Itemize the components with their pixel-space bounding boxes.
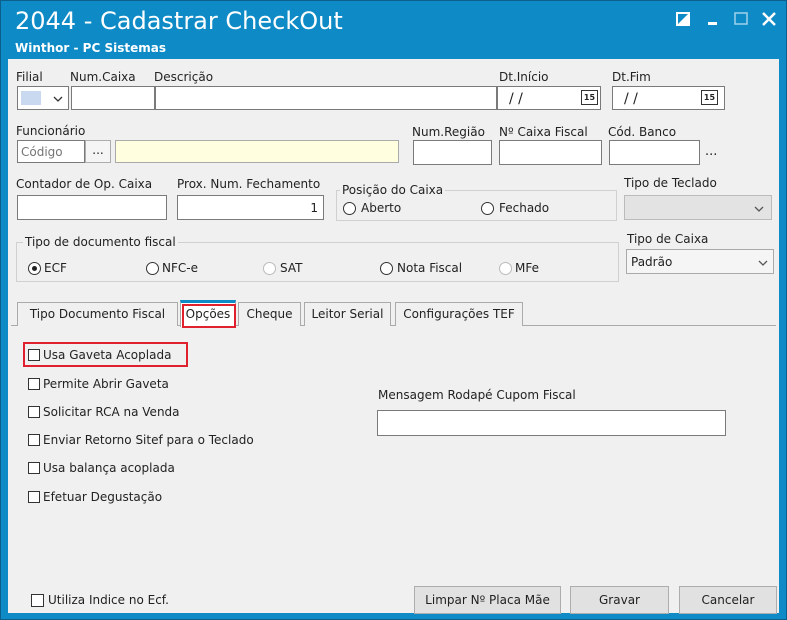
funcionario-label: Funcionário <box>16 124 86 138</box>
tab-leitor-serial[interactable]: Leitor Serial <box>304 302 391 326</box>
calendar-icon[interactable]: 15 <box>701 90 718 105</box>
window-title: 2044 - Cadastrar CheckOut <box>15 7 343 35</box>
highlight-box-tab <box>182 304 236 328</box>
tipodoc-sat-label: SAT <box>280 261 303 275</box>
funcionario-lookup-button[interactable]: ... <box>85 140 111 163</box>
chevron-down-icon <box>758 260 768 266</box>
numcaixa-label: Num.Caixa <box>70 70 136 84</box>
posicao-fechado-radio[interactable] <box>481 202 494 215</box>
tipocaixa-value: Padrão <box>631 255 673 269</box>
tipoteclado-select[interactable] <box>624 195 772 220</box>
funcionario-codigo-input[interactable] <box>17 140 85 163</box>
codbanco-label: Cód. Banco <box>608 125 677 139</box>
enviar-retorno-checkbox[interactable] <box>28 434 40 446</box>
proxnum-label: Prox. Num. Fechamento <box>177 177 321 191</box>
tipodoc-ecf-label: ECF <box>44 261 67 275</box>
tipodoc-label: Tipo de documento fiscal <box>23 235 178 249</box>
efetuar-degustacao-label: Efetuar Degustação <box>43 490 163 504</box>
tipocaixa-select[interactable]: Padrão <box>626 249 774 274</box>
mensagem-label: Mensagem Rodapé Cupom Fiscal <box>378 388 576 402</box>
usa-balanca-label: Usa balança acoplada <box>43 461 175 475</box>
restore-icon[interactable] <box>676 12 690 26</box>
permite-abrir-label: Permite Abrir Gaveta <box>43 377 169 391</box>
tipodoc-ecf-radio[interactable] <box>28 262 41 275</box>
numregiao-label: Num.Região <box>412 125 485 139</box>
gravar-button[interactable]: Gravar <box>570 586 669 614</box>
efetuar-degustacao-checkbox[interactable] <box>28 491 40 503</box>
utiliza-indice-checkbox[interactable] <box>31 594 44 607</box>
filial-label: Filial <box>16 70 43 84</box>
chevron-down-icon <box>53 96 63 102</box>
codbanco-ellipsis[interactable]: ... <box>705 144 717 159</box>
calendar-icon[interactable]: 15 <box>581 90 598 105</box>
tipoteclado-label: Tipo de Teclado <box>624 176 717 190</box>
tipocaixa-label: Tipo de Caixa <box>627 232 709 246</box>
posicao-aberto-radio[interactable] <box>343 202 356 215</box>
tipodoc-nota-label: Nota Fiscal <box>397 261 463 275</box>
numregiao-input[interactable] <box>413 140 492 165</box>
numcaixa-input[interactable] <box>71 86 155 110</box>
posicao-label: Posição do Caixa <box>340 183 446 197</box>
tipodoc-sat-radio[interactable] <box>263 262 276 275</box>
tab-cheque[interactable]: Cheque <box>238 302 301 326</box>
solicitar-rca-label: Solicitar RCA na Venda <box>43 405 180 419</box>
highlight-box-option <box>23 342 188 367</box>
usa-balanca-checkbox[interactable] <box>28 462 40 474</box>
ncaixafiscal-input[interactable] <box>499 140 602 165</box>
dtinicio-value: / / <box>509 91 523 107</box>
tipodoc-nfce-radio[interactable] <box>146 262 159 275</box>
codbanco-input[interactable] <box>609 140 700 165</box>
descricao-input[interactable] <box>155 86 497 110</box>
posicao-aberto-label: Aberto <box>361 201 402 215</box>
permite-abrir-checkbox[interactable] <box>28 378 40 390</box>
descricao-label: Descrição <box>154 70 214 84</box>
solicitar-rca-checkbox[interactable] <box>28 406 40 418</box>
dtfim-input[interactable]: / / 15 <box>612 86 725 110</box>
form-client-area: Filial Num.Caixa Descrição Dt.Início Dt.… <box>8 59 779 614</box>
app-window: 2044 - Cadastrar CheckOut Winthor - PC S… <box>0 0 787 620</box>
ncaixafiscal-label: Nº Caixa Fiscal <box>499 125 588 139</box>
tipodoc-mfe-label: MFe <box>515 261 539 275</box>
proxnum-input[interactable]: 1 <box>177 195 324 220</box>
chevron-down-icon <box>754 206 764 212</box>
close-icon[interactable] <box>761 11 777 27</box>
dtfim-label: Dt.Fim <box>612 70 651 84</box>
maximize-icon[interactable] <box>734 12 748 26</box>
utiliza-indice-label: Utiliza Indice no Ecf. <box>48 593 169 607</box>
tab-tipo-documento-fiscal[interactable]: Tipo Documento Fiscal <box>17 302 178 326</box>
enviar-retorno-label: Enviar Retorno Sitef para o Teclado <box>43 433 254 447</box>
tipodoc-mfe-radio[interactable] <box>499 262 512 275</box>
proxnum-value: 1 <box>310 201 318 215</box>
tab-configuracoes-tef[interactable]: Configurações TEF <box>395 302 523 326</box>
dtinicio-input[interactable]: / / 15 <box>497 86 601 110</box>
tipodoc-nfce-label: NFC-e <box>162 261 198 275</box>
cancelar-button[interactable]: Cancelar <box>679 586 777 614</box>
limpar-placa-button[interactable]: Limpar Nº Placa Mãe <box>414 586 561 614</box>
funcionario-name-field[interactable] <box>115 140 399 163</box>
dtfim-value: / / <box>624 91 638 107</box>
filial-selection <box>21 91 41 105</box>
contador-input[interactable] <box>17 195 167 220</box>
title-bar[interactable]: 2044 - Cadastrar CheckOut Winthor - PC S… <box>1 1 786 59</box>
posicao-fechado-label: Fechado <box>499 201 550 215</box>
contador-label: Contador de Op. Caixa <box>16 177 153 191</box>
minimize-icon[interactable] <box>707 12 719 26</box>
mensagem-input[interactable] <box>377 410 726 436</box>
window-subtitle: Winthor - PC Sistemas <box>15 41 166 55</box>
filial-select[interactable] <box>17 86 69 110</box>
dtinicio-label: Dt.Início <box>499 70 549 84</box>
tipodoc-nota-radio[interactable] <box>380 262 393 275</box>
